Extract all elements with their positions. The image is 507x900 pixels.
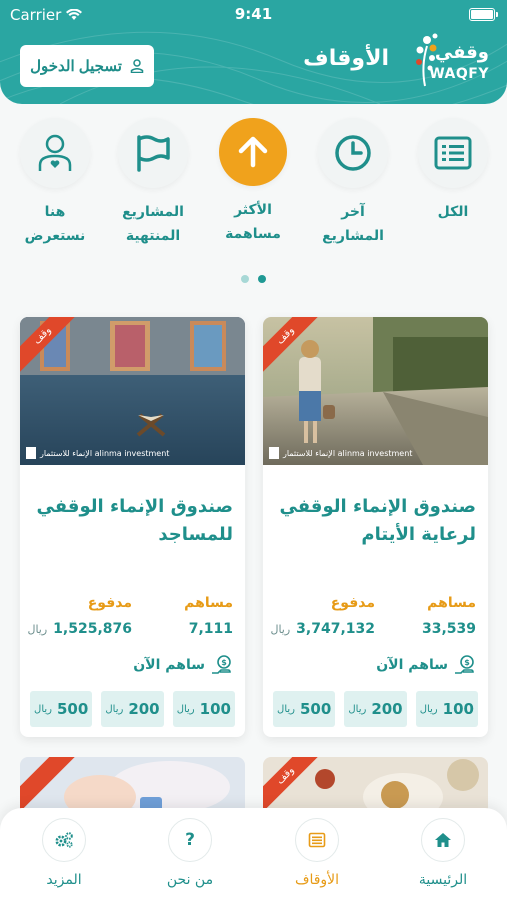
contribute-now-link[interactable]: ساهم الآن $ xyxy=(133,655,233,675)
pagination-dot-active[interactable] xyxy=(258,275,266,283)
contribute-now-label: ساهم الآن xyxy=(376,657,448,673)
alinma-logo-icon xyxy=(26,447,36,459)
paid-label: مدفوع xyxy=(87,595,132,611)
question-icon: ? xyxy=(185,830,195,850)
user-icon xyxy=(130,59,144,73)
nav-awqaf-label: الأوقاف xyxy=(294,872,340,888)
header: Carrier 9:41 تسجيل الدخول الأوقاف وقفي W… xyxy=(0,0,507,104)
home-icon xyxy=(435,833,451,847)
nav-home[interactable]: الرئيسية xyxy=(393,818,493,888)
waqf-ribbon: وقف xyxy=(263,757,325,815)
contribute-now-link[interactable]: ساهم الآن $ xyxy=(376,655,476,675)
waqf-ribbon: وقف xyxy=(263,317,325,375)
arrow-up-icon xyxy=(238,136,268,168)
waqf-ribbon: وقف xyxy=(20,317,82,375)
page-title: الأوقاف xyxy=(303,46,389,71)
amount-500-button[interactable]: ريال 500 xyxy=(273,691,336,727)
contributors-value: 7,111 xyxy=(188,621,233,637)
currency-label: ريال xyxy=(270,623,291,636)
brand-label: الإنماء للاستثمار alinma investment xyxy=(283,448,413,458)
amount-500-button[interactable]: ريال 500 xyxy=(30,691,93,727)
brand-watermark: الإنماء للاستثمار alinma investment xyxy=(26,447,169,459)
amount-options: ريال 100 ريال 200 ريال 500 xyxy=(30,691,235,727)
category-all-label: الكل xyxy=(437,204,469,220)
alinma-logo-icon xyxy=(269,447,279,459)
card-title: صندوق الإنماء الوقفي للمساجد xyxy=(36,496,233,545)
gears-icon xyxy=(55,832,73,848)
card-title: صندوق الإنماء الوقفي لرعاية الأيتام xyxy=(279,496,476,545)
paid-value-group: ريال 1,525,876 xyxy=(27,621,132,637)
waqf-card-mosques[interactable]: وقف الإنماء للاستثمار alinma investment … xyxy=(20,317,245,737)
pagination-dots[interactable] xyxy=(0,275,507,283)
amount-100-button[interactable]: ريال 100 xyxy=(415,691,478,727)
category-finished[interactable]: المشاريع المنتهية xyxy=(103,118,203,248)
card-image: وقف الإنماء للاستثمار alinma investment xyxy=(20,317,245,465)
category-bar: الكل آخر المشاريع الأكثر مساهمة المشاريع… xyxy=(0,118,507,268)
category-finished-label: المشاريع المنتهية xyxy=(122,204,184,244)
pagination-dot[interactable] xyxy=(241,275,249,283)
coin-hand-icon: $ xyxy=(212,655,231,674)
logo: وقفي WAQFY xyxy=(411,30,489,90)
category-showcase[interactable]: هنا نستعرض xyxy=(5,118,105,248)
logo-english: WAQFY xyxy=(429,66,489,82)
nav-about[interactable]: ? من نحن xyxy=(140,818,240,888)
paid-value: 1,525,876 xyxy=(53,621,132,637)
nav-about-label: من نحن xyxy=(166,872,214,888)
paid-value: 3,747,132 xyxy=(296,621,375,637)
amount-200-button[interactable]: ريال 200 xyxy=(344,691,407,727)
category-most-contributed-label: الأكثر مساهمة xyxy=(225,202,281,242)
category-latest[interactable]: آخر المشاريع xyxy=(303,118,403,248)
login-label: تسجيل الدخول xyxy=(30,58,122,75)
svg-text:$: $ xyxy=(221,658,227,667)
nav-awqaf[interactable]: الأوقاف xyxy=(267,818,367,888)
brand-label: الإنماء للاستثمار alinma investment xyxy=(40,448,170,458)
document-icon xyxy=(308,832,326,848)
list-icon xyxy=(434,136,472,170)
clock: 9:41 xyxy=(234,5,273,23)
coin-hand-icon: $ xyxy=(455,655,474,674)
contribute-now-label: ساهم الآن xyxy=(133,657,205,673)
contributors-value: 33,539 xyxy=(421,621,476,637)
category-most-contributed[interactable]: الأكثر مساهمة xyxy=(203,118,303,246)
nav-more[interactable]: المزيد xyxy=(14,818,114,888)
brand-watermark: الإنماء للاستثمار alinma investment xyxy=(269,447,412,459)
contributors-label: مساهم xyxy=(184,595,233,611)
nav-home-label: الرئيسية xyxy=(418,872,468,888)
amount-200-button[interactable]: ريال 200 xyxy=(101,691,164,727)
contributors-label: مساهم xyxy=(427,595,476,611)
flag-icon xyxy=(137,135,170,172)
person-heart-icon xyxy=(38,134,72,171)
amount-100-button[interactable]: ريال 100 xyxy=(172,691,235,727)
battery-icon xyxy=(469,8,498,21)
paid-value-group: ريال 3,747,132 xyxy=(270,621,375,637)
clock-icon xyxy=(335,135,371,171)
nav-more-label: المزيد xyxy=(46,872,82,888)
card-image: وقف الإنماء للاستثمار alinma investment xyxy=(263,317,488,465)
category-latest-label: آخر المشاريع xyxy=(322,204,384,244)
category-all[interactable]: الكل xyxy=(403,118,503,224)
amount-options: ريال 100 ريال 200 ريال 500 xyxy=(273,691,478,727)
logo-arabic: وقفي xyxy=(434,42,489,63)
status-bar: Carrier 9:41 xyxy=(0,0,507,30)
waqf-card-orphans[interactable]: وقف الإنماء للاستثمار alinma investment … xyxy=(263,317,488,737)
login-button[interactable]: تسجيل الدخول xyxy=(20,45,154,87)
currency-label: ريال xyxy=(27,623,48,636)
paid-label: مدفوع xyxy=(330,595,375,611)
bottom-navigation: الرئيسية الأوقاف ? من نحن المزيد xyxy=(0,808,507,900)
category-showcase-label: هنا نستعرض xyxy=(24,204,86,244)
svg-text:$: $ xyxy=(464,658,470,667)
